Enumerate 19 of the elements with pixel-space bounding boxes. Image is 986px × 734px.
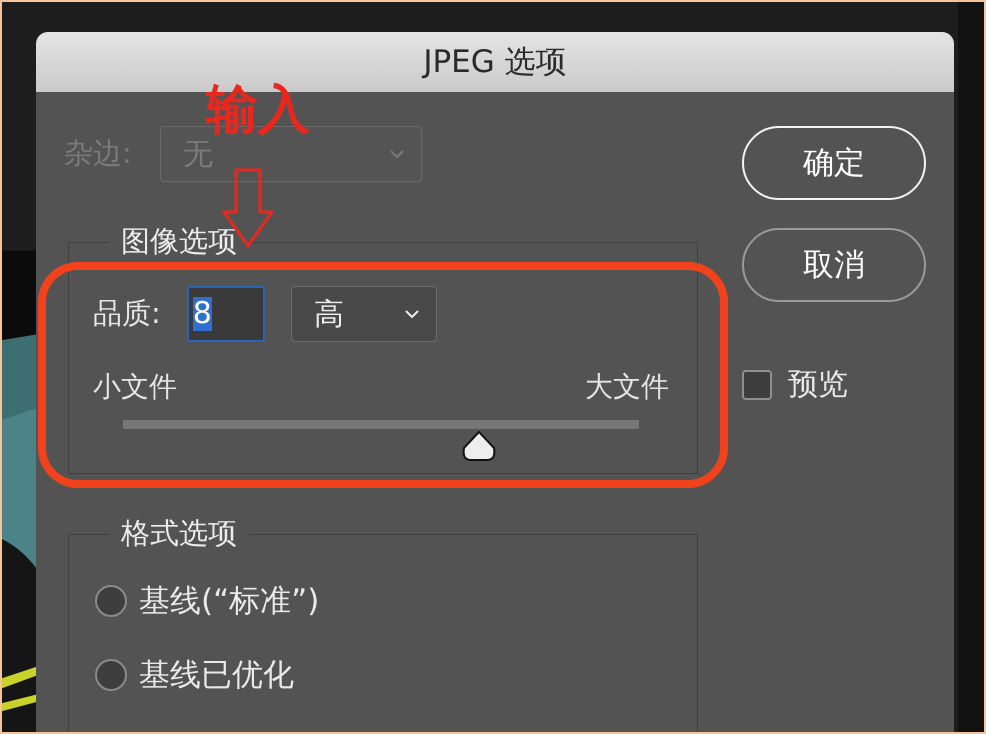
group-title: 图像选项 [120,223,238,260]
group-title: 格式选项 [120,515,238,552]
chevron-icon [388,149,405,159]
radio-label: 基线已优化 [139,656,294,695]
quality-dropdown[interactable]: 高 [290,286,437,342]
radio-button[interactable] [95,585,127,617]
slider-thumb[interactable] [461,430,498,462]
preview-label: 预览 [788,366,848,404]
chevron-icon [404,309,420,319]
small-file-label: 小文件 [93,369,177,405]
quality-label: 品质: [93,295,161,332]
quality-input[interactable]: 8 [186,286,265,342]
large-file-label: 大文件 [585,369,669,405]
radio-label: 基线(“标准”) [139,582,320,621]
cancel-button[interactable]: 取消 [742,228,926,302]
window-title: JPEG 选项 [423,43,567,82]
ok-button[interactable]: 确定 [742,126,926,200]
radio-button[interactable] [95,659,127,691]
preview-checkbox[interactable] [742,370,772,400]
